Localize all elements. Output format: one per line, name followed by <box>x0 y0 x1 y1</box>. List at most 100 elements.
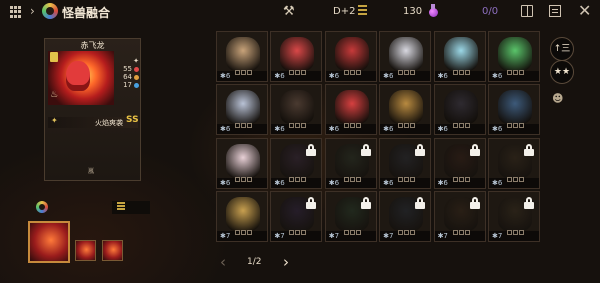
monster-level: ✱7 <box>383 231 394 240</box>
monster-level: ✱6 <box>383 178 394 187</box>
selected-monster-thumb[interactable] <box>28 221 70 263</box>
monster-cell[interactable]: ✱6 <box>270 137 323 189</box>
lock-icon <box>306 196 317 209</box>
book-icon[interactable] <box>521 5 533 17</box>
monster-level: ✱6 <box>274 125 285 134</box>
capacity-count: 0/0 <box>482 6 499 17</box>
chevron-right-icon: › <box>30 4 35 18</box>
potion-icon <box>428 4 438 17</box>
monster-grid: ✱6 ✱6 ✱6 ✱6 ✱6 ✱6 ✱6 ✱6 ✱6 ✱6 ✱6 ✱6 ✱6 ✱6 ✱6 ✱6 ✱6 ✱6 ✱7 ✱7… <box>216 31 540 247</box>
stat-speed: 17 <box>123 81 139 89</box>
upgrade-pips <box>398 60 416 79</box>
monster-level: ✱6 <box>491 178 503 187</box>
monster-cell[interactable]: ✱6 <box>270 84 323 136</box>
rank-bars-icon <box>358 5 367 17</box>
star-icon: ✦ <box>133 57 139 65</box>
monster-level: ✱6 <box>220 178 231 187</box>
monster-cell[interactable]: ✱6 <box>433 84 486 136</box>
sort-button[interactable]: ↑三 <box>550 37 574 61</box>
filter-stars-button[interactable]: ★★ <box>550 60 574 84</box>
monster-cell[interactable]: ✱6 <box>433 31 486 82</box>
monster-cell[interactable]: ✱6 <box>379 137 432 189</box>
monster-cell[interactable]: ✱6 <box>487 137 540 189</box>
monster-level: ✱6 <box>220 72 231 80</box>
monster-level: ✱6 <box>383 72 394 80</box>
upgrade-pips <box>235 60 253 79</box>
upgrade-pips <box>289 167 307 186</box>
monster-level: ✱7 <box>437 231 448 240</box>
page-next-button[interactable]: › <box>283 253 289 271</box>
skill-grade: SS <box>126 115 139 125</box>
pet-icon[interactable]: ☻ <box>552 92 563 105</box>
lock-icon <box>360 196 371 209</box>
monster-level: ✱6 <box>437 178 448 187</box>
monster-cell[interactable]: ✱6 <box>379 31 432 82</box>
page-title: 怪兽融合 <box>62 6 111 20</box>
gold-count: 130 <box>403 6 423 17</box>
monster-level: ✱7 <box>328 231 340 240</box>
lock-icon <box>469 143 480 156</box>
monster-cell[interactable]: ✱7 <box>379 190 432 242</box>
material-thumb-1[interactable] <box>75 240 96 261</box>
upgrade-pips <box>506 167 525 186</box>
monster-cell[interactable]: ✱6 <box>433 137 486 189</box>
monster-level: ✱7 <box>274 231 285 240</box>
flame-icon: ♨ <box>50 90 59 100</box>
lock-icon <box>360 143 371 156</box>
upgrade-pips <box>289 220 307 239</box>
upgrade-pips <box>452 60 471 79</box>
slot-badge-icon <box>50 52 58 62</box>
lock-icon <box>415 196 426 209</box>
monster-level: ✱6 <box>437 72 448 80</box>
upgrade-pips <box>235 113 253 132</box>
tools-icon[interactable]: ⚒ <box>283 4 295 19</box>
upgrade-pips <box>289 60 307 79</box>
monster-cell[interactable]: ✱6 <box>216 137 268 189</box>
page-prev-button[interactable]: ‹ <box>220 253 226 271</box>
monster-cell[interactable]: ✱6 <box>487 31 540 82</box>
monster-cell[interactable]: ✱7 <box>270 190 323 242</box>
material-thumb-2[interactable] <box>102 240 123 261</box>
monster-cell[interactable]: ✱6 <box>324 31 377 82</box>
lock-icon <box>415 143 426 156</box>
lock-icon <box>306 143 317 156</box>
monster-level: ✱6 <box>491 125 503 134</box>
skill-name: 火焰爽袭 <box>95 119 123 127</box>
upgrade-pips <box>506 60 525 79</box>
skill-row <box>48 117 138 128</box>
note-icon[interactable] <box>549 5 561 17</box>
monster-cell[interactable]: ✱6 <box>270 31 323 82</box>
material-bars-icon <box>117 202 125 212</box>
upgrade-pips <box>235 220 253 239</box>
upgrade-pips <box>343 167 362 186</box>
stat-defense: 64 <box>123 73 139 81</box>
monster-level: ✱6 <box>491 72 503 80</box>
menu-icon[interactable] <box>10 6 22 18</box>
monster-level: ✱6 <box>328 178 340 187</box>
monster-cell[interactable]: ✱6 <box>324 84 377 136</box>
skill-star-icon: ✦ <box>51 116 58 125</box>
monster-level: ✱7 <box>220 231 231 240</box>
monster-level: ✱7 <box>491 231 503 240</box>
close-icon[interactable]: ✕ <box>578 2 591 20</box>
monster-cell[interactable]: ✱7 <box>216 190 268 242</box>
monster-cell[interactable]: ✱7 <box>487 190 540 242</box>
upgrade-pips <box>289 113 307 132</box>
monster-cell[interactable]: ✱6 <box>216 31 268 82</box>
monster-level: ✱6 <box>274 178 285 187</box>
lock-icon <box>523 196 534 209</box>
monster-cell[interactable]: ✱6 <box>324 137 377 189</box>
card-footer-mark: 嵐 <box>88 168 95 175</box>
monster-level: ✱6 <box>328 125 340 134</box>
monster-cell[interactable]: ✱7 <box>324 190 377 242</box>
upgrade-pips <box>343 220 362 239</box>
monster-cell[interactable]: ✱7 <box>433 190 486 242</box>
monster-cell[interactable]: ✱6 <box>487 84 540 136</box>
monster-cell[interactable]: ✱6 <box>379 84 432 136</box>
fusion-emblem-small-icon <box>36 201 48 213</box>
monster-level: ✱6 <box>437 125 448 134</box>
monster-cell[interactable]: ✱6 <box>216 84 268 136</box>
upgrade-pips <box>235 167 253 186</box>
upgrade-pips <box>343 113 362 132</box>
upgrade-pips <box>343 60 362 79</box>
